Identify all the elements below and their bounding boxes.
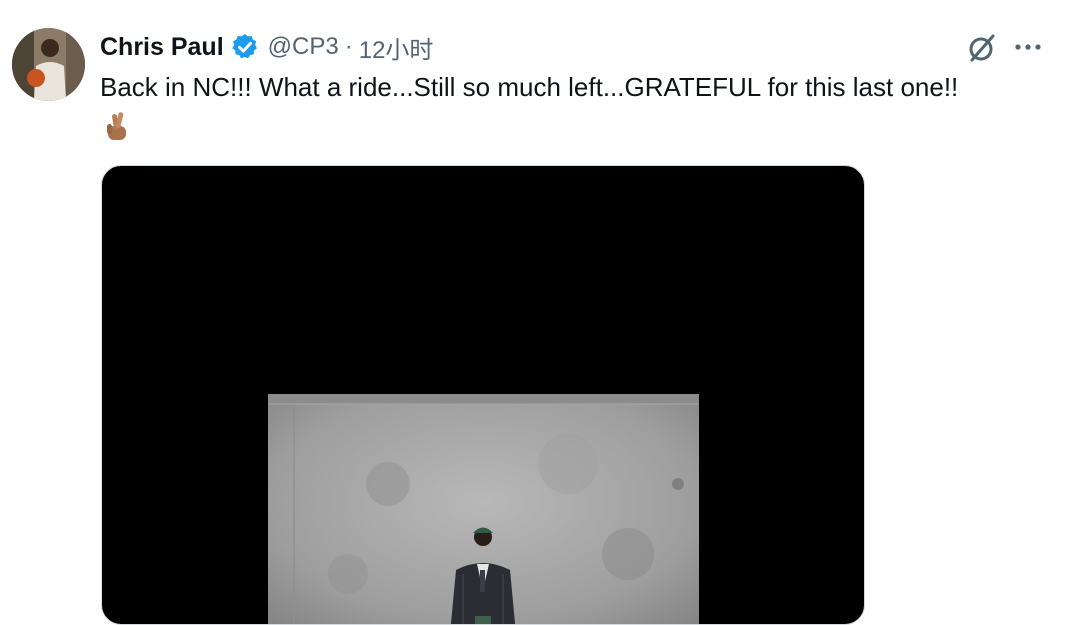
separator: · [344,33,353,60]
author-handle[interactable]: @CP3 [268,33,339,61]
crossed-fingers-emoji [107,112,126,140]
author-name[interactable]: Chris Paul [100,33,224,62]
timestamp[interactable]: 12小时 [359,30,434,65]
tweet-text: Back in NC!!! What a ride...Still so muc… [100,72,959,102]
tweet-header: Chris Paul @CP3 · 12小时 [100,30,433,64]
grok-icon[interactable] [964,30,1000,66]
more-icon[interactable] [1010,30,1046,66]
draft-photo [268,394,699,624]
tweet-media[interactable] [101,165,865,625]
avatar[interactable] [12,28,85,101]
verified-badge-icon[interactable] [230,32,260,62]
